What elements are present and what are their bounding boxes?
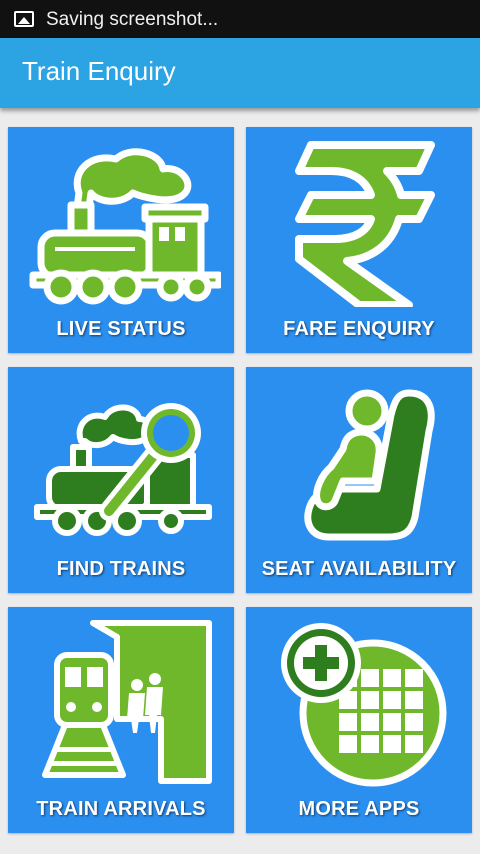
seat-availability-label: SEAT AVAILABILITY <box>261 558 457 580</box>
fare-enquiry-label: FARE ENQUIRY <box>283 318 435 340</box>
live-status-label: LIVE STATUS <box>56 318 186 340</box>
live-status-tile[interactable]: LIVE STATUS <box>8 127 234 353</box>
more-apps-tile[interactable]: MORE APPS <box>246 607 472 833</box>
notification-text: Saving screenshot... <box>46 9 219 30</box>
rupee-icon <box>295 141 435 307</box>
find-trains-label: FIND TRAINS <box>56 558 186 580</box>
platform-arrival-icon <box>42 620 212 784</box>
train-arrivals-label: TRAIN ARRIVALS <box>36 798 206 820</box>
apps-grid-plus-icon <box>281 623 447 787</box>
find-trains-tile[interactable]: FIND TRAINS <box>8 367 234 593</box>
train-arrivals-tile[interactable]: TRAIN ARRIVALS <box>8 607 234 833</box>
fare-enquiry-tile[interactable]: FARE ENQUIRY <box>246 127 472 353</box>
app-bar: Train Enquiry <box>0 38 480 108</box>
seat-availability-tile[interactable]: SEAT AVAILABILITY <box>246 367 472 593</box>
app-title: Train Enquiry <box>22 56 176 86</box>
steam-locomotive-icon <box>29 148 221 305</box>
train-search-icon <box>34 403 212 536</box>
seat-icon <box>304 389 435 541</box>
status-bar: Saving screenshot... <box>0 0 480 38</box>
more-apps-label: MORE APPS <box>298 798 420 820</box>
image-notification-icon <box>14 11 34 27</box>
